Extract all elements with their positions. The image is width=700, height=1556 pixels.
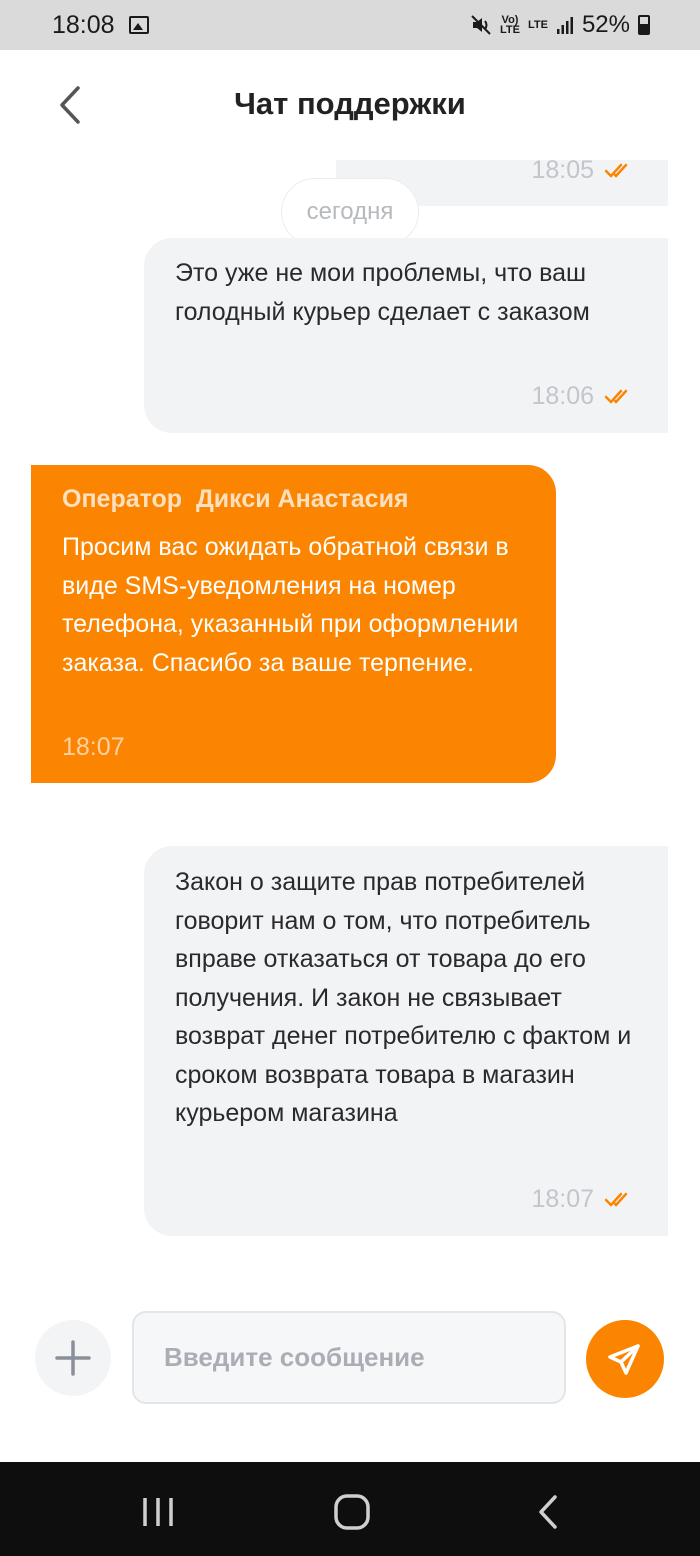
chat-header: Чат поддержки [0, 50, 700, 160]
outgoing-message[interactable]: Это уже не мои проблемы, что ваш голодны… [144, 238, 668, 433]
mute-icon [471, 15, 491, 35]
message-text: Просим вас ожидать обратной связи в виде… [62, 533, 519, 677]
double-check-icon [604, 163, 628, 178]
nav-back-icon [539, 1495, 557, 1529]
double-check-icon [604, 1192, 628, 1207]
message-text: Закон о защите прав потребителей говорит… [175, 868, 632, 1127]
outgoing-message[interactable]: Закон о защите прав потребителей говорит… [144, 846, 668, 1236]
message-meta: 18:05 [531, 156, 636, 185]
message-text: Это уже не мои проблемы, что ваш голодны… [175, 259, 590, 326]
gallery-notification-icon [128, 16, 149, 34]
sender-name: Оператор Дикси Анастасия [62, 485, 409, 513]
send-button[interactable] [586, 1320, 664, 1398]
send-icon [608, 1344, 640, 1375]
add-attachment-button[interactable] [35, 1320, 111, 1396]
date-divider: сегодня [281, 178, 419, 246]
recent-apps-button[interactable] [133, 1492, 183, 1532]
home-button[interactable] [327, 1492, 377, 1532]
message-time: 18:07 [62, 733, 125, 761]
plus-icon [55, 1340, 91, 1376]
page-title: Чат поддержки [234, 86, 466, 121]
message-meta: 18:07 [531, 1185, 636, 1214]
nav-back-button[interactable] [523, 1492, 573, 1532]
battery-percent: 52% [581, 11, 630, 38]
status-indicators: Vo) LTE LTE 52% [470, 11, 650, 39]
recent-apps-icon [143, 1498, 173, 1526]
message-meta: 18:06 [531, 382, 636, 411]
message-time: 18:07 [531, 1185, 594, 1213]
battery-icon [638, 15, 650, 35]
message-input[interactable] [132, 1311, 566, 1404]
system-nav-bar [0, 1462, 700, 1556]
incoming-message[interactable]: Оператор Дикси Анастасия Просим вас ожид… [31, 465, 556, 783]
signal-icon [556, 17, 573, 34]
status-bar: 18:08 Vo) LTE LTE 52% [0, 0, 700, 50]
message-time: 18:05 [531, 156, 594, 184]
volte-indicator: Vo) LTE [500, 14, 520, 36]
status-time: 18:08 [52, 10, 115, 39]
message-time: 18:06 [531, 382, 594, 410]
home-icon [334, 1494, 370, 1530]
double-check-icon [604, 389, 628, 404]
lte-indicator: LTE [527, 19, 548, 31]
